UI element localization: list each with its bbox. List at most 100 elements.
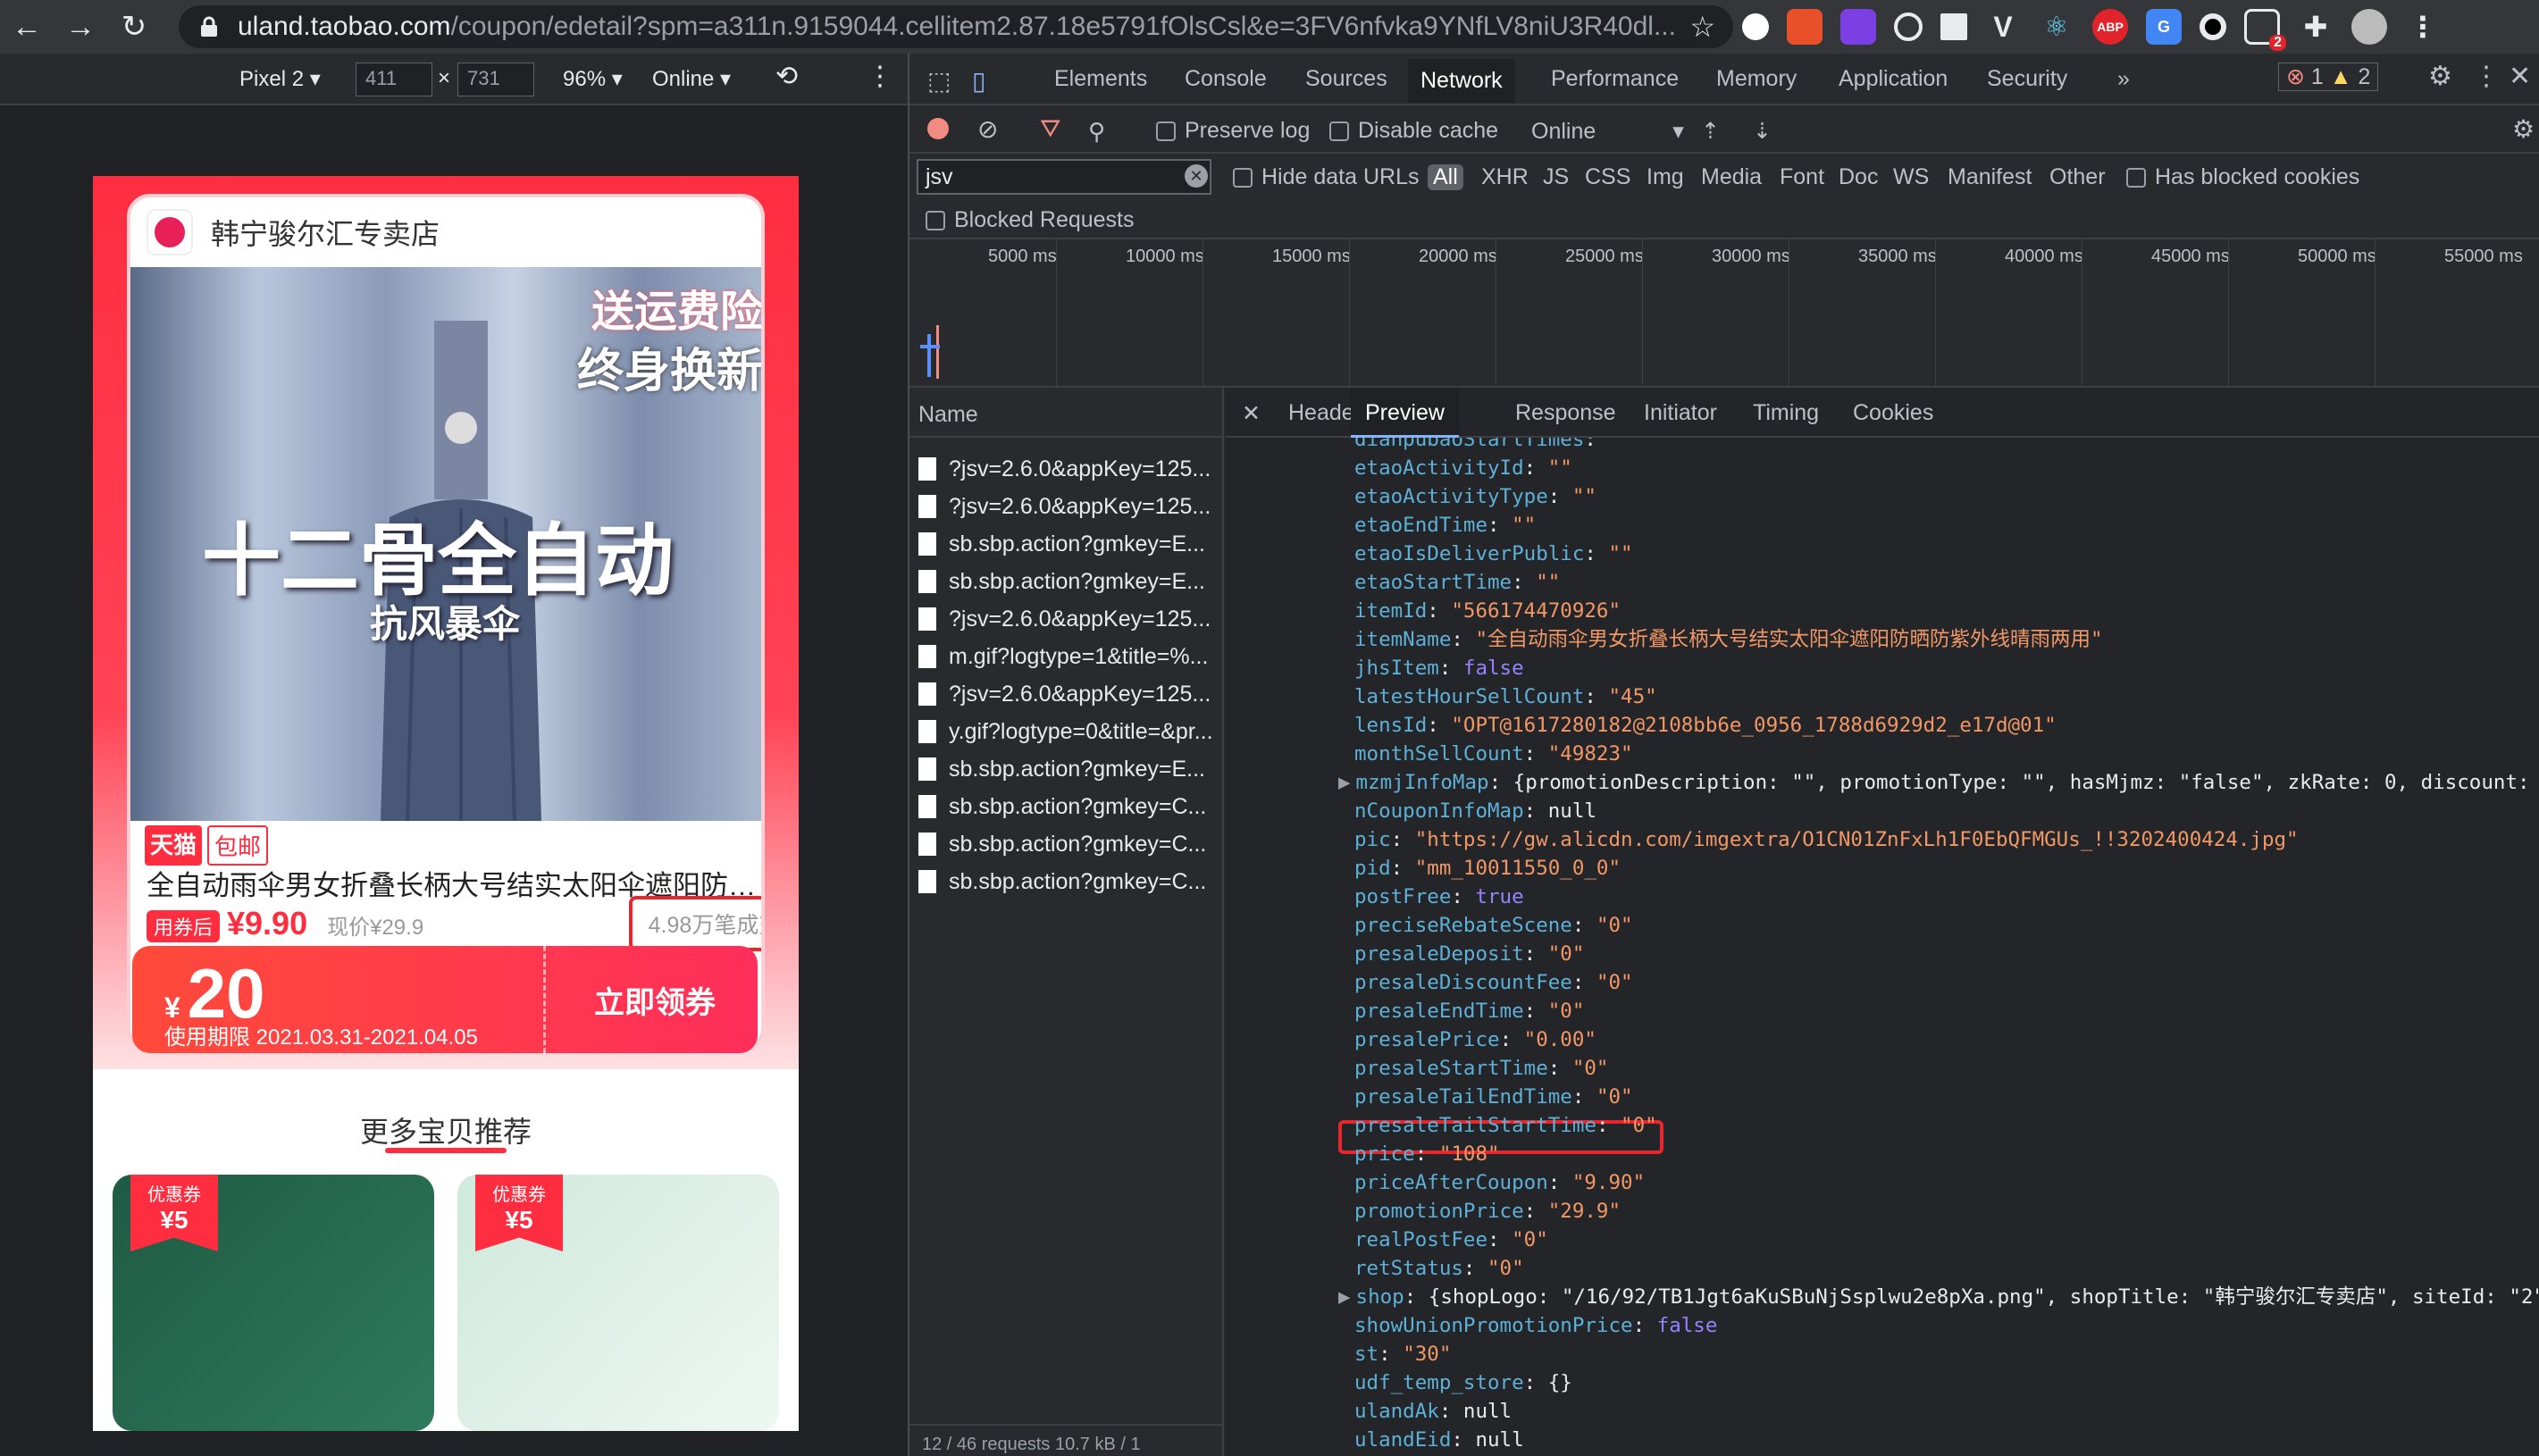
close-detail-icon[interactable]: ✕ — [1242, 400, 1261, 427]
expand-arrow-icon[interactable]: ▶ — [1338, 1285, 1351, 1309]
import-har-icon[interactable]: ⇡ — [1701, 118, 1720, 145]
more-options-icon[interactable]: ⋮ — [867, 61, 893, 92]
device-toggle-icon[interactable]: ▯ — [972, 66, 985, 96]
filter-other[interactable]: Other — [2049, 164, 2106, 190]
request-name: sb.sbp.action?gmkey=E... — [949, 568, 1205, 594]
blocked-requests-checkbox[interactable]: Blocked Requests — [926, 207, 1135, 233]
tab-console[interactable]: Console — [1185, 66, 1267, 92]
filter-font[interactable]: Font — [1780, 164, 1824, 190]
network-settings-icon[interactable]: ⚙ — [2512, 114, 2535, 144]
height-input[interactable]: 731 — [457, 63, 534, 96]
filter-ws[interactable]: WS — [1893, 164, 1929, 190]
tab-response[interactable]: Response — [1515, 400, 1616, 426]
filter-css[interactable]: CSS — [1585, 164, 1630, 190]
request-row[interactable]: m.gif?logtype=1&title=%... — [918, 638, 1222, 675]
name-column-header[interactable]: Name — [909, 388, 1224, 438]
clear-filter-icon[interactable]: ✕ — [1185, 164, 1208, 188]
claim-coupon-button[interactable]: 立即领券 — [552, 946, 758, 1053]
record-icon[interactable] — [927, 118, 949, 139]
filter-media[interactable]: Media — [1701, 164, 1762, 190]
tab-application[interactable]: Application — [1839, 66, 1948, 92]
close-devtools-icon[interactable]: ✕ — [2509, 61, 2531, 92]
react-devtools-icon[interactable]: ⚛ — [2039, 9, 2074, 45]
request-row[interactable]: ?jsv=2.6.0&appKey=125... — [918, 450, 1222, 488]
extension-icon[interactable] — [1742, 13, 1769, 40]
extension-icon[interactable]: 2 — [2244, 9, 2286, 51]
reload-icon[interactable]: ↻ — [107, 0, 161, 54]
adblock-icon[interactable]: ABP — [2092, 9, 2128, 45]
inspect-element-icon[interactable]: ⬚ — [927, 66, 951, 96]
filter-xhr[interactable]: XHR — [1481, 164, 1529, 190]
tab-network[interactable]: Network — [1408, 59, 1515, 103]
store-header[interactable]: 韩宁骏尔汇专卖店 — [130, 197, 761, 267]
filter-input[interactable]: jsv — [917, 159, 1211, 195]
extension-icon[interactable] — [1787, 9, 1823, 45]
vue-devtools-icon[interactable]: V — [1985, 9, 2021, 45]
request-row[interactable]: ?jsv=2.6.0&appKey=125... — [918, 488, 1222, 525]
preserve-log-checkbox[interactable]: Preserve log — [1156, 118, 1310, 144]
request-row[interactable]: ?jsv=2.6.0&appKey=125... — [918, 675, 1222, 713]
tab-security[interactable]: Security — [1987, 66, 2067, 92]
clear-icon[interactable]: ⊘ — [977, 114, 998, 144]
request-row[interactable]: ?jsv=2.6.0&appKey=125... — [918, 600, 1222, 638]
network-select[interactable]: Online ▾ — [652, 66, 731, 92]
filter-img[interactable]: Img — [1647, 164, 1684, 190]
json-property[interactable]: ▶ mzmjInfoMap: {promotionDescription: "",… — [1338, 768, 2539, 797]
json-property: pid: "mm_10011550_0_0" — [1354, 857, 1621, 880]
issues-counter[interactable]: ⊗ 1 ▲ 2 — [2278, 63, 2379, 91]
menu-icon[interactable]: ⋮ — [2405, 9, 2441, 45]
filter-js[interactable]: JS — [1543, 164, 1569, 190]
tab-performance[interactable]: Performance — [1551, 66, 1679, 92]
extension-icon[interactable] — [2200, 13, 2226, 40]
filter-manifest[interactable]: Manifest — [1948, 164, 2032, 190]
forward-arrow-icon[interactable]: → — [54, 0, 107, 54]
back-arrow-icon[interactable]: ← — [0, 0, 54, 54]
tab-memory[interactable]: Memory — [1716, 66, 1797, 92]
tab-elements[interactable]: Elements — [1054, 66, 1147, 92]
export-har-icon[interactable]: ⇣ — [1753, 118, 1772, 145]
settings-gear-icon[interactable]: ⚙ — [2428, 61, 2452, 92]
qr-code-icon[interactable] — [1940, 13, 1967, 40]
tab-initiator[interactable]: Initiator — [1644, 400, 1717, 426]
hide-data-urls-checkbox[interactable]: Hide data URLs — [1233, 164, 1419, 190]
bookmark-star-icon[interactable]: ☆ — [1689, 10, 1715, 44]
coupon-card[interactable]: ¥20 使用期限 2021.03.31-2021.04.05 立即领券 — [132, 946, 758, 1053]
width-input[interactable]: 411 — [356, 63, 432, 96]
recommended-item[interactable]: 优惠券 ¥5 — [113, 1175, 434, 1431]
translate-icon[interactable]: G — [2146, 9, 2182, 45]
request-row[interactable]: sb.sbp.action?gmkey=E... — [918, 525, 1222, 563]
json-property[interactable]: ▶ shop: {shopLogo: "/16/92/TB1Jgt6aKuSBuN… — [1338, 1283, 2539, 1311]
expand-arrow-icon[interactable]: ▶ — [1338, 771, 1351, 794]
disable-cache-checkbox[interactable]: Disable cache — [1329, 118, 1498, 144]
request-row[interactable]: y.gif?logtype=0&title=&pr... — [918, 713, 1222, 750]
network-timeline-overview[interactable]: 5000 ms 10000 ms 15000 ms 20000 ms 25000… — [909, 239, 2539, 388]
request-row[interactable]: sb.sbp.action?gmkey=C... — [918, 788, 1222, 825]
request-row[interactable]: sb.sbp.action?gmkey=E... — [918, 750, 1222, 788]
devtools-menu-icon[interactable]: ⋮ — [2473, 61, 2500, 92]
avatar[interactable] — [2351, 9, 2387, 45]
address-bar[interactable]: uland.taobao.com/coupon/edetail?spm=a311… — [179, 5, 1733, 48]
zoom-select[interactable]: 96% ▾ — [563, 66, 623, 92]
rotate-icon[interactable]: ⟲ — [775, 61, 798, 92]
blocked-cookies-checkbox[interactable]: Has blocked cookies — [2126, 164, 2359, 190]
json-property: price: "108" — [1354, 1142, 1500, 1166]
request-row[interactable]: sb.sbp.action?gmkey=C... — [918, 863, 1222, 900]
tab-cookies[interactable]: Cookies — [1853, 400, 1933, 426]
extension-icon[interactable] — [1840, 9, 1876, 45]
throttle-select[interactable]: Online ▾ — [1531, 118, 1684, 145]
product-image[interactable]: 送运费险 终身换新 十二骨全自动 抗风暴伞 — [130, 267, 761, 821]
tab-sources[interactable]: Sources — [1305, 66, 1387, 92]
more-tabs-icon[interactable]: » — [2117, 66, 2130, 92]
filter-all[interactable]: All — [1428, 164, 1463, 190]
filter-icon[interactable]: ⛛ — [1040, 114, 1061, 144]
extension-icon[interactable] — [1894, 13, 1923, 41]
recommended-item[interactable]: 优惠券 ¥5 — [457, 1175, 779, 1431]
tab-preview[interactable]: Preview — [1351, 388, 1459, 438]
search-icon[interactable]: ⚲ — [1088, 118, 1105, 146]
tab-timing[interactable]: Timing — [1753, 400, 1819, 426]
request-row[interactable]: sb.sbp.action?gmkey=E... — [918, 563, 1222, 600]
puzzle-icon[interactable]: ✚ — [2298, 9, 2334, 45]
device-select[interactable]: Pixel 2 ▾ — [239, 66, 321, 92]
request-row[interactable]: sb.sbp.action?gmkey=C... — [918, 825, 1222, 863]
filter-doc[interactable]: Doc — [1839, 164, 1878, 190]
